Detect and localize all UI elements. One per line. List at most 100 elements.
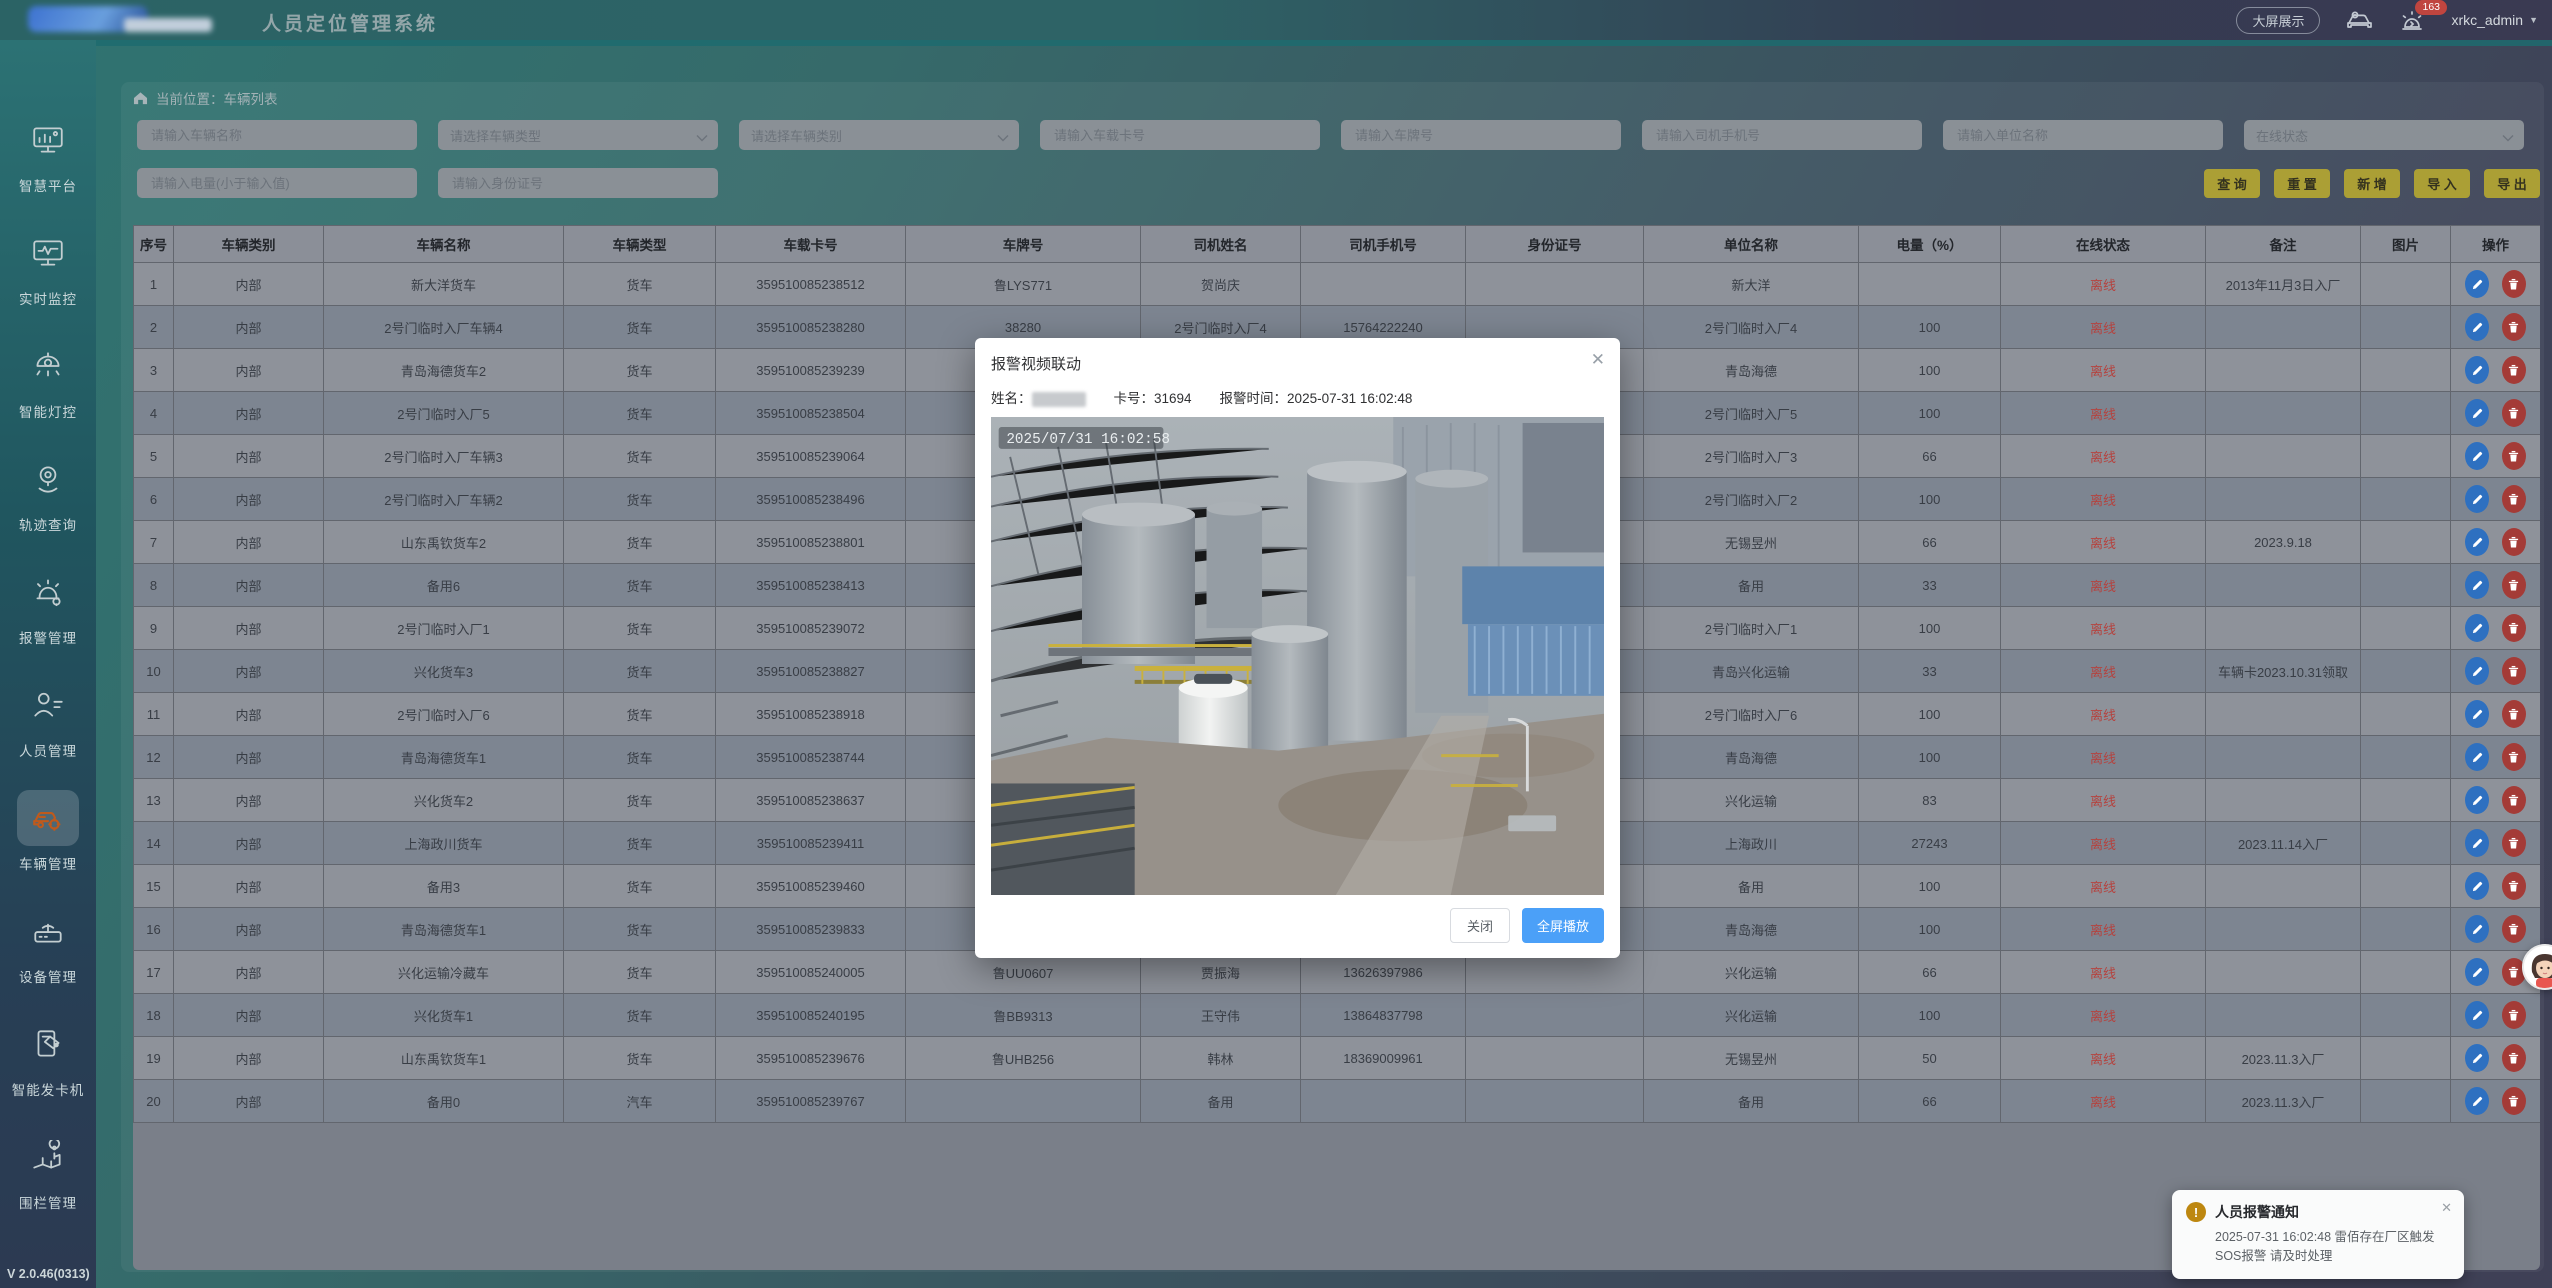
edit-button[interactable] (2465, 399, 2489, 427)
dialog-close-button[interactable]: 关闭 (1450, 908, 1510, 943)
vehicle-monitor-icon[interactable] (2346, 8, 2373, 32)
dialog-info-row: 姓名： 卡号：31694 报警时间：2025-07-31 16:02:48 (975, 378, 1620, 417)
edit-button[interactable] (2465, 915, 2489, 943)
delete-button[interactable] (2502, 1001, 2526, 1029)
table-row: 20内部备用0汽车359510085239767备用备用66离线2023.11.… (134, 1080, 2541, 1123)
delete-button[interactable] (2502, 571, 2526, 599)
reset-button[interactable]: 重 置 (2274, 169, 2330, 198)
edit-button[interactable] (2465, 614, 2489, 642)
driver-phone-input[interactable] (1642, 120, 1922, 150)
delete-button[interactable] (2502, 743, 2526, 771)
delete-button[interactable] (2502, 1044, 2526, 1072)
delete-button[interactable] (2502, 872, 2526, 900)
sidebar-item-label: 智慧平台 (19, 175, 77, 195)
edit-button[interactable] (2465, 657, 2489, 685)
delete-button[interactable] (2502, 356, 2526, 384)
vehicle-card-input[interactable] (1040, 120, 1320, 150)
column-header: 车辆类别 (174, 226, 324, 263)
edit-button[interactable] (2465, 442, 2489, 470)
alarm-count-badge: 163 (2415, 0, 2447, 15)
sidebar-item-realtime-monitor[interactable]: 实时监控 (17, 225, 79, 308)
delete-button[interactable] (2502, 614, 2526, 642)
table-header-row: 序号车辆类别车辆名称车辆类型车载卡号车牌号司机姓名司机手机号身份证号单位名称电量… (134, 226, 2541, 263)
edit-button[interactable] (2465, 700, 2489, 728)
track-query-icon (17, 451, 79, 507)
battery-input[interactable] (137, 168, 417, 198)
edit-button[interactable] (2465, 872, 2489, 900)
sidebar-item-device-manage[interactable]: 设备管理 (17, 903, 79, 986)
delete-button[interactable] (2502, 786, 2526, 814)
online-status-select[interactable]: 在线状态 (2244, 120, 2524, 150)
user-menu[interactable]: xrkc_admin ▼ (2451, 12, 2538, 28)
query-button[interactable]: 查 询 (2204, 169, 2260, 198)
sidebar-item-person-manage[interactable]: 人员管理 (17, 677, 79, 760)
column-header: 车牌号 (906, 226, 1141, 263)
delete-button[interactable] (2502, 313, 2526, 341)
app-version: V 2.0.46(0313) (7, 1267, 90, 1281)
vehicle-manage-icon (17, 790, 79, 846)
edit-button[interactable] (2465, 829, 2489, 857)
delete-button[interactable] (2502, 657, 2526, 685)
device-manage-icon (17, 903, 79, 959)
import-button[interactable]: 导 入 (2414, 169, 2470, 198)
sidebar-item-track-query[interactable]: 轨迹查询 (17, 451, 79, 534)
edit-button[interactable] (2465, 1044, 2489, 1072)
filter-row-2: 查 询 重 置 新 增 导 入 导 出 (137, 168, 2540, 198)
sidebar-item-vehicle-manage[interactable]: 车辆管理 (17, 790, 79, 873)
column-header: 身份证号 (1466, 226, 1644, 263)
vehicle-type-select[interactable]: 请选择车辆类型 (438, 120, 718, 150)
table-row: 19内部山东禹钦货车1货车359510085239676鲁UHB256韩林183… (134, 1037, 2541, 1080)
smart-light-icon (17, 338, 79, 394)
cctv-still-image: 2025/07/31 16:02:58 (991, 417, 1604, 895)
fullscreen-play-button[interactable]: 全屏播放 (1522, 908, 1604, 943)
alarm-manage-icon (17, 564, 79, 620)
delete-button[interactable] (2502, 915, 2526, 943)
edit-button[interactable] (2465, 1087, 2489, 1115)
edit-button[interactable] (2465, 528, 2489, 556)
sidebar-item-card-dispenser[interactable]: 智能发卡机 (12, 1016, 85, 1099)
delete-button[interactable] (2502, 528, 2526, 556)
delete-button[interactable] (2502, 399, 2526, 427)
export-button[interactable]: 导 出 (2484, 169, 2540, 198)
big-screen-button[interactable]: 大屏展示 (2236, 7, 2320, 34)
edit-button[interactable] (2465, 485, 2489, 513)
toast-close-icon[interactable]: ✕ (2441, 1200, 2452, 1216)
add-button[interactable]: 新 增 (2344, 169, 2400, 198)
close-icon[interactable]: ✕ (1591, 351, 1605, 368)
column-header: 车辆名称 (324, 226, 564, 263)
table-row: 1内部新大洋货车货车359510085238512鲁LYS771贺尚庆新大洋离线… (134, 263, 2541, 306)
warning-icon: ! (2186, 1202, 2206, 1222)
vehicle-name-input[interactable] (137, 120, 417, 150)
edit-button[interactable] (2465, 313, 2489, 341)
card-dispenser-icon (17, 1016, 79, 1072)
filter-row-1: 请选择车辆类型 请选择车辆类别 在线状态 (137, 120, 2527, 150)
plate-number-input[interactable] (1341, 120, 1621, 150)
sidebar-item-smart-platform[interactable]: 智慧平台 (17, 112, 79, 195)
edit-button[interactable] (2465, 356, 2489, 384)
edit-button[interactable] (2465, 786, 2489, 814)
delete-button[interactable] (2502, 1087, 2526, 1115)
vehicle-category-select[interactable]: 请选择车辆类别 (739, 120, 1019, 150)
chevron-down-icon (2502, 129, 2514, 147)
edit-button[interactable] (2465, 1001, 2489, 1029)
alarm-bell-icon[interactable]: 163 (2399, 8, 2425, 33)
edit-button[interactable] (2465, 270, 2489, 298)
delete-button[interactable] (2502, 485, 2526, 513)
breadcrumb-text: 当前位置：车辆列表 (156, 88, 278, 108)
delete-button[interactable] (2502, 442, 2526, 470)
sidebar-item-alarm-manage[interactable]: 报警管理 (17, 564, 79, 647)
column-header: 图片 (2361, 226, 2451, 263)
edit-button[interactable] (2465, 743, 2489, 771)
sidebar-item-label: 人员管理 (19, 740, 77, 760)
sidebar-item-smart-light[interactable]: 智能灯控 (17, 338, 79, 421)
delete-button[interactable] (2502, 270, 2526, 298)
edit-button[interactable] (2465, 958, 2489, 986)
id-card-input[interactable] (438, 168, 718, 198)
delete-button[interactable] (2502, 700, 2526, 728)
cctv-video-frame[interactable]: 2025/07/31 16:02:58 (991, 417, 1604, 895)
edit-button[interactable] (2465, 571, 2489, 599)
delete-button[interactable] (2502, 829, 2526, 857)
company-name-input[interactable] (1943, 120, 2223, 150)
toast-title: 人员报警通知 (2215, 1202, 2299, 1222)
sidebar-item-fence-manage[interactable]: 围栏管理 (17, 1129, 79, 1212)
